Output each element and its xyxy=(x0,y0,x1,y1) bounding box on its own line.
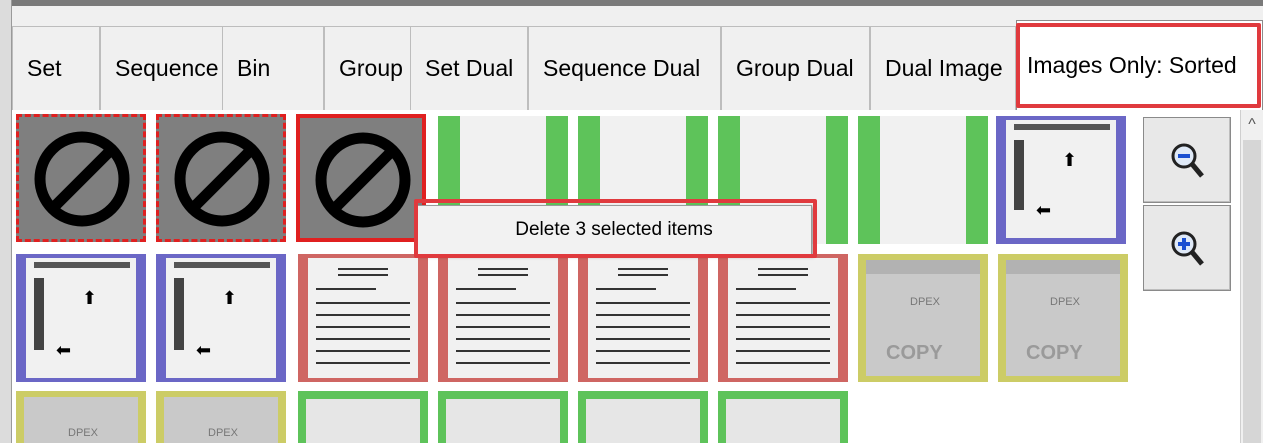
thumbnail-image[interactable]: ⬆ ⬅ xyxy=(156,254,286,382)
window-left-border xyxy=(0,0,12,443)
tab-label: Set Dual xyxy=(425,55,514,81)
barcode xyxy=(1014,140,1024,210)
check-image: DPEX COPY xyxy=(866,260,980,376)
check-image: DPEX COPY xyxy=(1006,260,1120,376)
thumbnail-image[interactable] xyxy=(578,391,708,443)
document-page xyxy=(446,399,560,443)
check-stamp: DPEX xyxy=(910,296,940,308)
tab-label: Dual Image xyxy=(885,55,1003,81)
thumbnail-image[interactable] xyxy=(438,391,568,443)
zoom-out-button[interactable] xyxy=(1143,117,1231,203)
thumbnail-grid: ⬆ ⬅ ⬆ ⬅ ⬆ ⬅ DPEX COPY DPEX COPY DPEX DPE… xyxy=(12,110,1137,443)
check-header xyxy=(866,260,980,274)
check-image: DPEX xyxy=(164,397,278,443)
form-page xyxy=(588,258,698,378)
context-menu: Delete 3 selected items xyxy=(416,205,812,255)
thumbnail-image[interactable] xyxy=(298,254,428,382)
thumbnail-image[interactable] xyxy=(858,116,988,244)
vertical-scrollbar[interactable]: ^ xyxy=(1240,110,1263,443)
barcode xyxy=(174,278,184,350)
document-page xyxy=(586,399,700,443)
thumbnail-image[interactable] xyxy=(718,254,848,382)
tab-label: Images Only: Sorted xyxy=(1027,52,1237,78)
zoom-out-icon xyxy=(1171,143,1204,178)
prohibited-icon xyxy=(34,131,130,227)
form-page xyxy=(448,258,558,378)
thumbnail-image[interactable]: DPEX COPY xyxy=(998,254,1128,382)
form-page xyxy=(728,258,838,378)
thumbnail-deleted[interactable] xyxy=(156,114,286,242)
barcode xyxy=(34,262,130,268)
image-viewer-window: Set Sequence Bin Group Set Dual Sequence… xyxy=(0,0,1263,443)
copy-watermark: COPY xyxy=(1026,342,1083,364)
tab-sequence[interactable]: Sequence xyxy=(100,26,235,110)
tab-label: Group xyxy=(339,55,403,81)
thumbnail-image[interactable]: DPEX xyxy=(16,391,146,443)
document-page xyxy=(726,399,840,443)
prohibited-icon xyxy=(174,131,270,227)
check-stamp: DPEX xyxy=(208,427,238,439)
arrow-up-icon: ⬆ xyxy=(222,288,238,308)
thumbnail-deleted[interactable] xyxy=(296,114,426,242)
document-page xyxy=(306,399,420,443)
barcode xyxy=(1014,124,1110,130)
thumbnail-image[interactable] xyxy=(298,391,428,443)
tab-group-dual[interactable]: Group Dual xyxy=(721,26,870,110)
check-image: DPEX xyxy=(24,397,138,443)
tab-label: Sequence Dual xyxy=(543,55,701,81)
view-tab-bar: Set Sequence Bin Group Set Dual Sequence… xyxy=(12,6,1263,110)
check-stamp: DPEX xyxy=(1050,296,1080,308)
tab-label: Set xyxy=(27,55,62,81)
scroll-up-icon[interactable]: ^ xyxy=(1241,114,1263,136)
barcode xyxy=(174,262,270,268)
tab-dual-image[interactable]: Dual Image xyxy=(870,26,1016,110)
arrow-left-icon: ⬅ xyxy=(196,340,212,360)
envelope-page: ⬆ ⬅ xyxy=(26,258,136,378)
zoom-in-button[interactable] xyxy=(1143,205,1231,291)
tab-set-dual[interactable]: Set Dual xyxy=(410,26,528,110)
barcode xyxy=(34,278,44,350)
arrow-left-icon: ⬅ xyxy=(1036,200,1052,220)
thumbnail-image[interactable]: ⬆ ⬅ xyxy=(16,254,146,382)
form-page xyxy=(308,258,418,378)
check-stamp: DPEX xyxy=(68,427,98,439)
thumbnail-deleted[interactable] xyxy=(16,114,146,242)
tab-label: Bin xyxy=(237,55,271,81)
thumbnail-image[interactable]: DPEX COPY xyxy=(858,254,988,382)
tab-set[interactable]: Set xyxy=(12,26,100,110)
thumbnail-image[interactable] xyxy=(718,391,848,443)
delete-selected-items-menu-item[interactable]: Delete 3 selected items xyxy=(515,219,713,241)
tab-sequence-dual[interactable]: Sequence Dual xyxy=(528,26,721,110)
envelope-page: ⬆ ⬅ xyxy=(166,258,276,378)
thumbnail-image[interactable]: ⬆ ⬅ xyxy=(996,116,1126,244)
tab-bin[interactable]: Bin xyxy=(222,26,324,110)
check-header xyxy=(1006,260,1120,274)
tab-label: Group Dual xyxy=(736,55,854,81)
thumbnail-image[interactable]: DPEX xyxy=(156,391,286,443)
envelope-page: ⬆ ⬅ xyxy=(1006,120,1116,238)
thumbnail-image[interactable] xyxy=(438,254,568,382)
tab-group[interactable]: Group xyxy=(324,26,422,110)
zoom-in-icon xyxy=(1171,231,1204,266)
arrow-up-icon: ⬆ xyxy=(1062,150,1078,170)
document-page xyxy=(880,116,966,244)
tab-label: Sequence xyxy=(115,55,219,81)
prohibited-icon xyxy=(315,132,411,228)
scrollbar-thumb[interactable] xyxy=(1243,140,1261,443)
copy-watermark: COPY xyxy=(886,342,943,364)
arrow-left-icon: ⬅ xyxy=(56,340,72,360)
arrow-up-icon: ⬆ xyxy=(82,288,98,308)
thumbnail-image[interactable] xyxy=(578,254,708,382)
tab-images-only-sorted[interactable]: Images Only: Sorted xyxy=(1016,20,1263,110)
